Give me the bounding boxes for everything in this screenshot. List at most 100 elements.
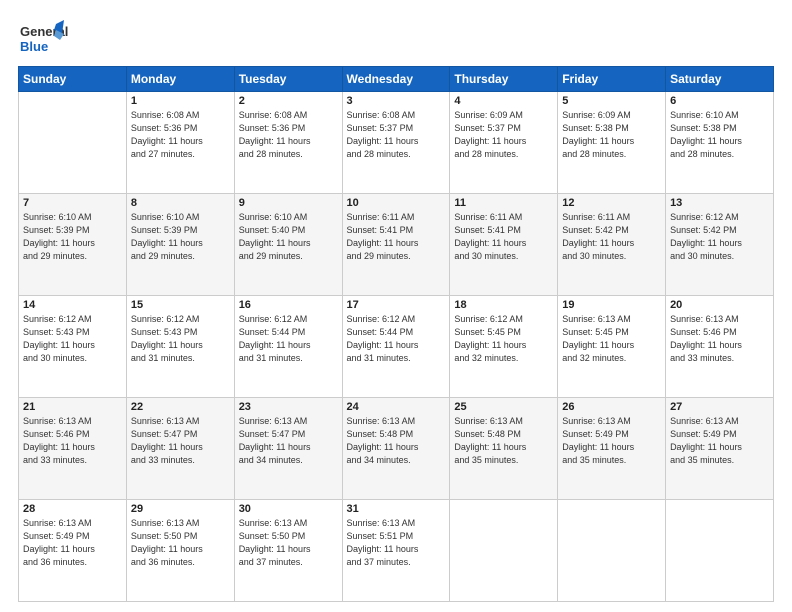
- svg-text:Blue: Blue: [20, 39, 48, 54]
- calendar-cell: [19, 92, 127, 194]
- cell-content: Sunrise: 6:13 AMSunset: 5:48 PMDaylight:…: [454, 415, 553, 467]
- day-number: 15: [131, 299, 230, 311]
- day-number: 3: [347, 95, 446, 107]
- cell-content: Sunrise: 6:12 AMSunset: 5:43 PMDaylight:…: [23, 313, 122, 365]
- cell-content: Sunrise: 6:13 AMSunset: 5:49 PMDaylight:…: [23, 517, 122, 569]
- cell-content: Sunrise: 6:13 AMSunset: 5:49 PMDaylight:…: [562, 415, 661, 467]
- cell-content: Sunrise: 6:09 AMSunset: 5:37 PMDaylight:…: [454, 109, 553, 161]
- cell-content: Sunrise: 6:11 AMSunset: 5:42 PMDaylight:…: [562, 211, 661, 263]
- cell-content: Sunrise: 6:12 AMSunset: 5:43 PMDaylight:…: [131, 313, 230, 365]
- cell-content: Sunrise: 6:13 AMSunset: 5:50 PMDaylight:…: [131, 517, 230, 569]
- calendar-cell: 21 Sunrise: 6:13 AMSunset: 5:46 PMDayligh…: [19, 398, 127, 500]
- day-number: 4: [454, 95, 553, 107]
- weekday-header: Monday: [126, 67, 234, 92]
- day-number: 19: [562, 299, 661, 311]
- cell-content: Sunrise: 6:13 AMSunset: 5:46 PMDaylight:…: [670, 313, 769, 365]
- cell-content: Sunrise: 6:13 AMSunset: 5:47 PMDaylight:…: [239, 415, 338, 467]
- cell-content: Sunrise: 6:13 AMSunset: 5:46 PMDaylight:…: [23, 415, 122, 467]
- cell-content: Sunrise: 6:10 AMSunset: 5:38 PMDaylight:…: [670, 109, 769, 161]
- day-number: 23: [239, 401, 338, 413]
- calendar-week-row: 21 Sunrise: 6:13 AMSunset: 5:46 PMDayligh…: [19, 398, 774, 500]
- day-number: 17: [347, 299, 446, 311]
- calendar-cell: 15 Sunrise: 6:12 AMSunset: 5:43 PMDayligh…: [126, 296, 234, 398]
- calendar-cell: 5 Sunrise: 6:09 AMSunset: 5:38 PMDaylight…: [558, 92, 666, 194]
- calendar-cell: 25 Sunrise: 6:13 AMSunset: 5:48 PMDayligh…: [450, 398, 558, 500]
- day-number: 12: [562, 197, 661, 209]
- day-number: 21: [23, 401, 122, 413]
- calendar-cell: [666, 500, 774, 602]
- cell-content: Sunrise: 6:13 AMSunset: 5:51 PMDaylight:…: [347, 517, 446, 569]
- calendar-cell: 13 Sunrise: 6:12 AMSunset: 5:42 PMDayligh…: [666, 194, 774, 296]
- calendar-cell: 6 Sunrise: 6:10 AMSunset: 5:38 PMDaylight…: [666, 92, 774, 194]
- cell-content: Sunrise: 6:12 AMSunset: 5:45 PMDaylight:…: [454, 313, 553, 365]
- calendar-body: 1 Sunrise: 6:08 AMSunset: 5:36 PMDaylight…: [19, 92, 774, 602]
- calendar-cell: 12 Sunrise: 6:11 AMSunset: 5:42 PMDayligh…: [558, 194, 666, 296]
- weekday-row: SundayMondayTuesdayWednesdayThursdayFrid…: [19, 67, 774, 92]
- day-number: 2: [239, 95, 338, 107]
- day-number: 10: [347, 197, 446, 209]
- calendar-cell: 1 Sunrise: 6:08 AMSunset: 5:36 PMDaylight…: [126, 92, 234, 194]
- cell-content: Sunrise: 6:12 AMSunset: 5:42 PMDaylight:…: [670, 211, 769, 263]
- calendar-week-row: 7Sunrise: 6:10 AMSunset: 5:39 PMDaylight…: [19, 194, 774, 296]
- day-number: 27: [670, 401, 769, 413]
- day-number: 7: [23, 197, 122, 209]
- calendar-cell: 2 Sunrise: 6:08 AMSunset: 5:36 PMDaylight…: [234, 92, 342, 194]
- calendar-cell: 19 Sunrise: 6:13 AMSunset: 5:45 PMDayligh…: [558, 296, 666, 398]
- day-number: 1: [131, 95, 230, 107]
- cell-content: Sunrise: 6:08 AMSunset: 5:36 PMDaylight:…: [131, 109, 230, 161]
- day-number: 11: [454, 197, 553, 209]
- calendar-header: SundayMondayTuesdayWednesdayThursdayFrid…: [19, 67, 774, 92]
- calendar-cell: 29 Sunrise: 6:13 AMSunset: 5:50 PMDayligh…: [126, 500, 234, 602]
- calendar-cell: 23 Sunrise: 6:13 AMSunset: 5:47 PMDayligh…: [234, 398, 342, 500]
- calendar-week-row: 14 Sunrise: 6:12 AMSunset: 5:43 PMDayligh…: [19, 296, 774, 398]
- calendar-cell: 31 Sunrise: 6:13 AMSunset: 5:51 PMDayligh…: [342, 500, 450, 602]
- day-number: 9: [239, 197, 338, 209]
- day-number: 6: [670, 95, 769, 107]
- calendar-cell: 27 Sunrise: 6:13 AMSunset: 5:49 PMDayligh…: [666, 398, 774, 500]
- day-number: 26: [562, 401, 661, 413]
- calendar-cell: 20 Sunrise: 6:13 AMSunset: 5:46 PMDayligh…: [666, 296, 774, 398]
- calendar-cell: [558, 500, 666, 602]
- day-number: 8: [131, 197, 230, 209]
- cell-content: Sunrise: 6:11 AMSunset: 5:41 PMDaylight:…: [347, 211, 446, 263]
- logo-svg: General Blue: [18, 18, 68, 58]
- calendar-cell: 10 Sunrise: 6:11 AMSunset: 5:41 PMDayligh…: [342, 194, 450, 296]
- day-number: 14: [23, 299, 122, 311]
- day-number: 5: [562, 95, 661, 107]
- day-number: 22: [131, 401, 230, 413]
- cell-content: Sunrise: 6:12 AMSunset: 5:44 PMDaylight:…: [347, 313, 446, 365]
- day-number: 20: [670, 299, 769, 311]
- weekday-header: Saturday: [666, 67, 774, 92]
- calendar-week-row: 1 Sunrise: 6:08 AMSunset: 5:36 PMDaylight…: [19, 92, 774, 194]
- cell-content: Sunrise: 6:08 AMSunset: 5:36 PMDaylight:…: [239, 109, 338, 161]
- cell-content: Sunrise: 6:09 AMSunset: 5:38 PMDaylight:…: [562, 109, 661, 161]
- calendar-cell: 22Sunrise: 6:13 AMSunset: 5:47 PMDayligh…: [126, 398, 234, 500]
- cell-content: Sunrise: 6:12 AMSunset: 5:44 PMDaylight:…: [239, 313, 338, 365]
- cell-content: Sunrise: 6:13 AMSunset: 5:48 PMDaylight:…: [347, 415, 446, 467]
- calendar-cell: 24 Sunrise: 6:13 AMSunset: 5:48 PMDayligh…: [342, 398, 450, 500]
- day-number: 29: [131, 503, 230, 515]
- calendar-cell: 7Sunrise: 6:10 AMSunset: 5:39 PMDaylight…: [19, 194, 127, 296]
- day-number: 13: [670, 197, 769, 209]
- calendar-cell: 18Sunrise: 6:12 AMSunset: 5:45 PMDayligh…: [450, 296, 558, 398]
- weekday-header: Friday: [558, 67, 666, 92]
- page: General Blue SundayMondayTuesdayWednesda…: [0, 0, 792, 612]
- day-number: 30: [239, 503, 338, 515]
- calendar-cell: 14 Sunrise: 6:12 AMSunset: 5:43 PMDayligh…: [19, 296, 127, 398]
- day-number: 16: [239, 299, 338, 311]
- cell-content: Sunrise: 6:13 AMSunset: 5:45 PMDaylight:…: [562, 313, 661, 365]
- logo: General Blue: [18, 18, 68, 58]
- calendar-cell: 28Sunrise: 6:13 AMSunset: 5:49 PMDayligh…: [19, 500, 127, 602]
- day-number: 31: [347, 503, 446, 515]
- calendar-cell: 8Sunrise: 6:10 AMSunset: 5:39 PMDaylight…: [126, 194, 234, 296]
- calendar-cell: 4 Sunrise: 6:09 AMSunset: 5:37 PMDaylight…: [450, 92, 558, 194]
- calendar-cell: 16 Sunrise: 6:12 AMSunset: 5:44 PMDayligh…: [234, 296, 342, 398]
- day-number: 25: [454, 401, 553, 413]
- calendar-cell: 17 Sunrise: 6:12 AMSunset: 5:44 PMDayligh…: [342, 296, 450, 398]
- calendar-cell: [450, 500, 558, 602]
- calendar-cell: 26 Sunrise: 6:13 AMSunset: 5:49 PMDayligh…: [558, 398, 666, 500]
- calendar-cell: 9Sunrise: 6:10 AMSunset: 5:40 PMDaylight…: [234, 194, 342, 296]
- cell-content: Sunrise: 6:13 AMSunset: 5:49 PMDaylight:…: [670, 415, 769, 467]
- day-number: 24: [347, 401, 446, 413]
- header: General Blue: [18, 18, 774, 58]
